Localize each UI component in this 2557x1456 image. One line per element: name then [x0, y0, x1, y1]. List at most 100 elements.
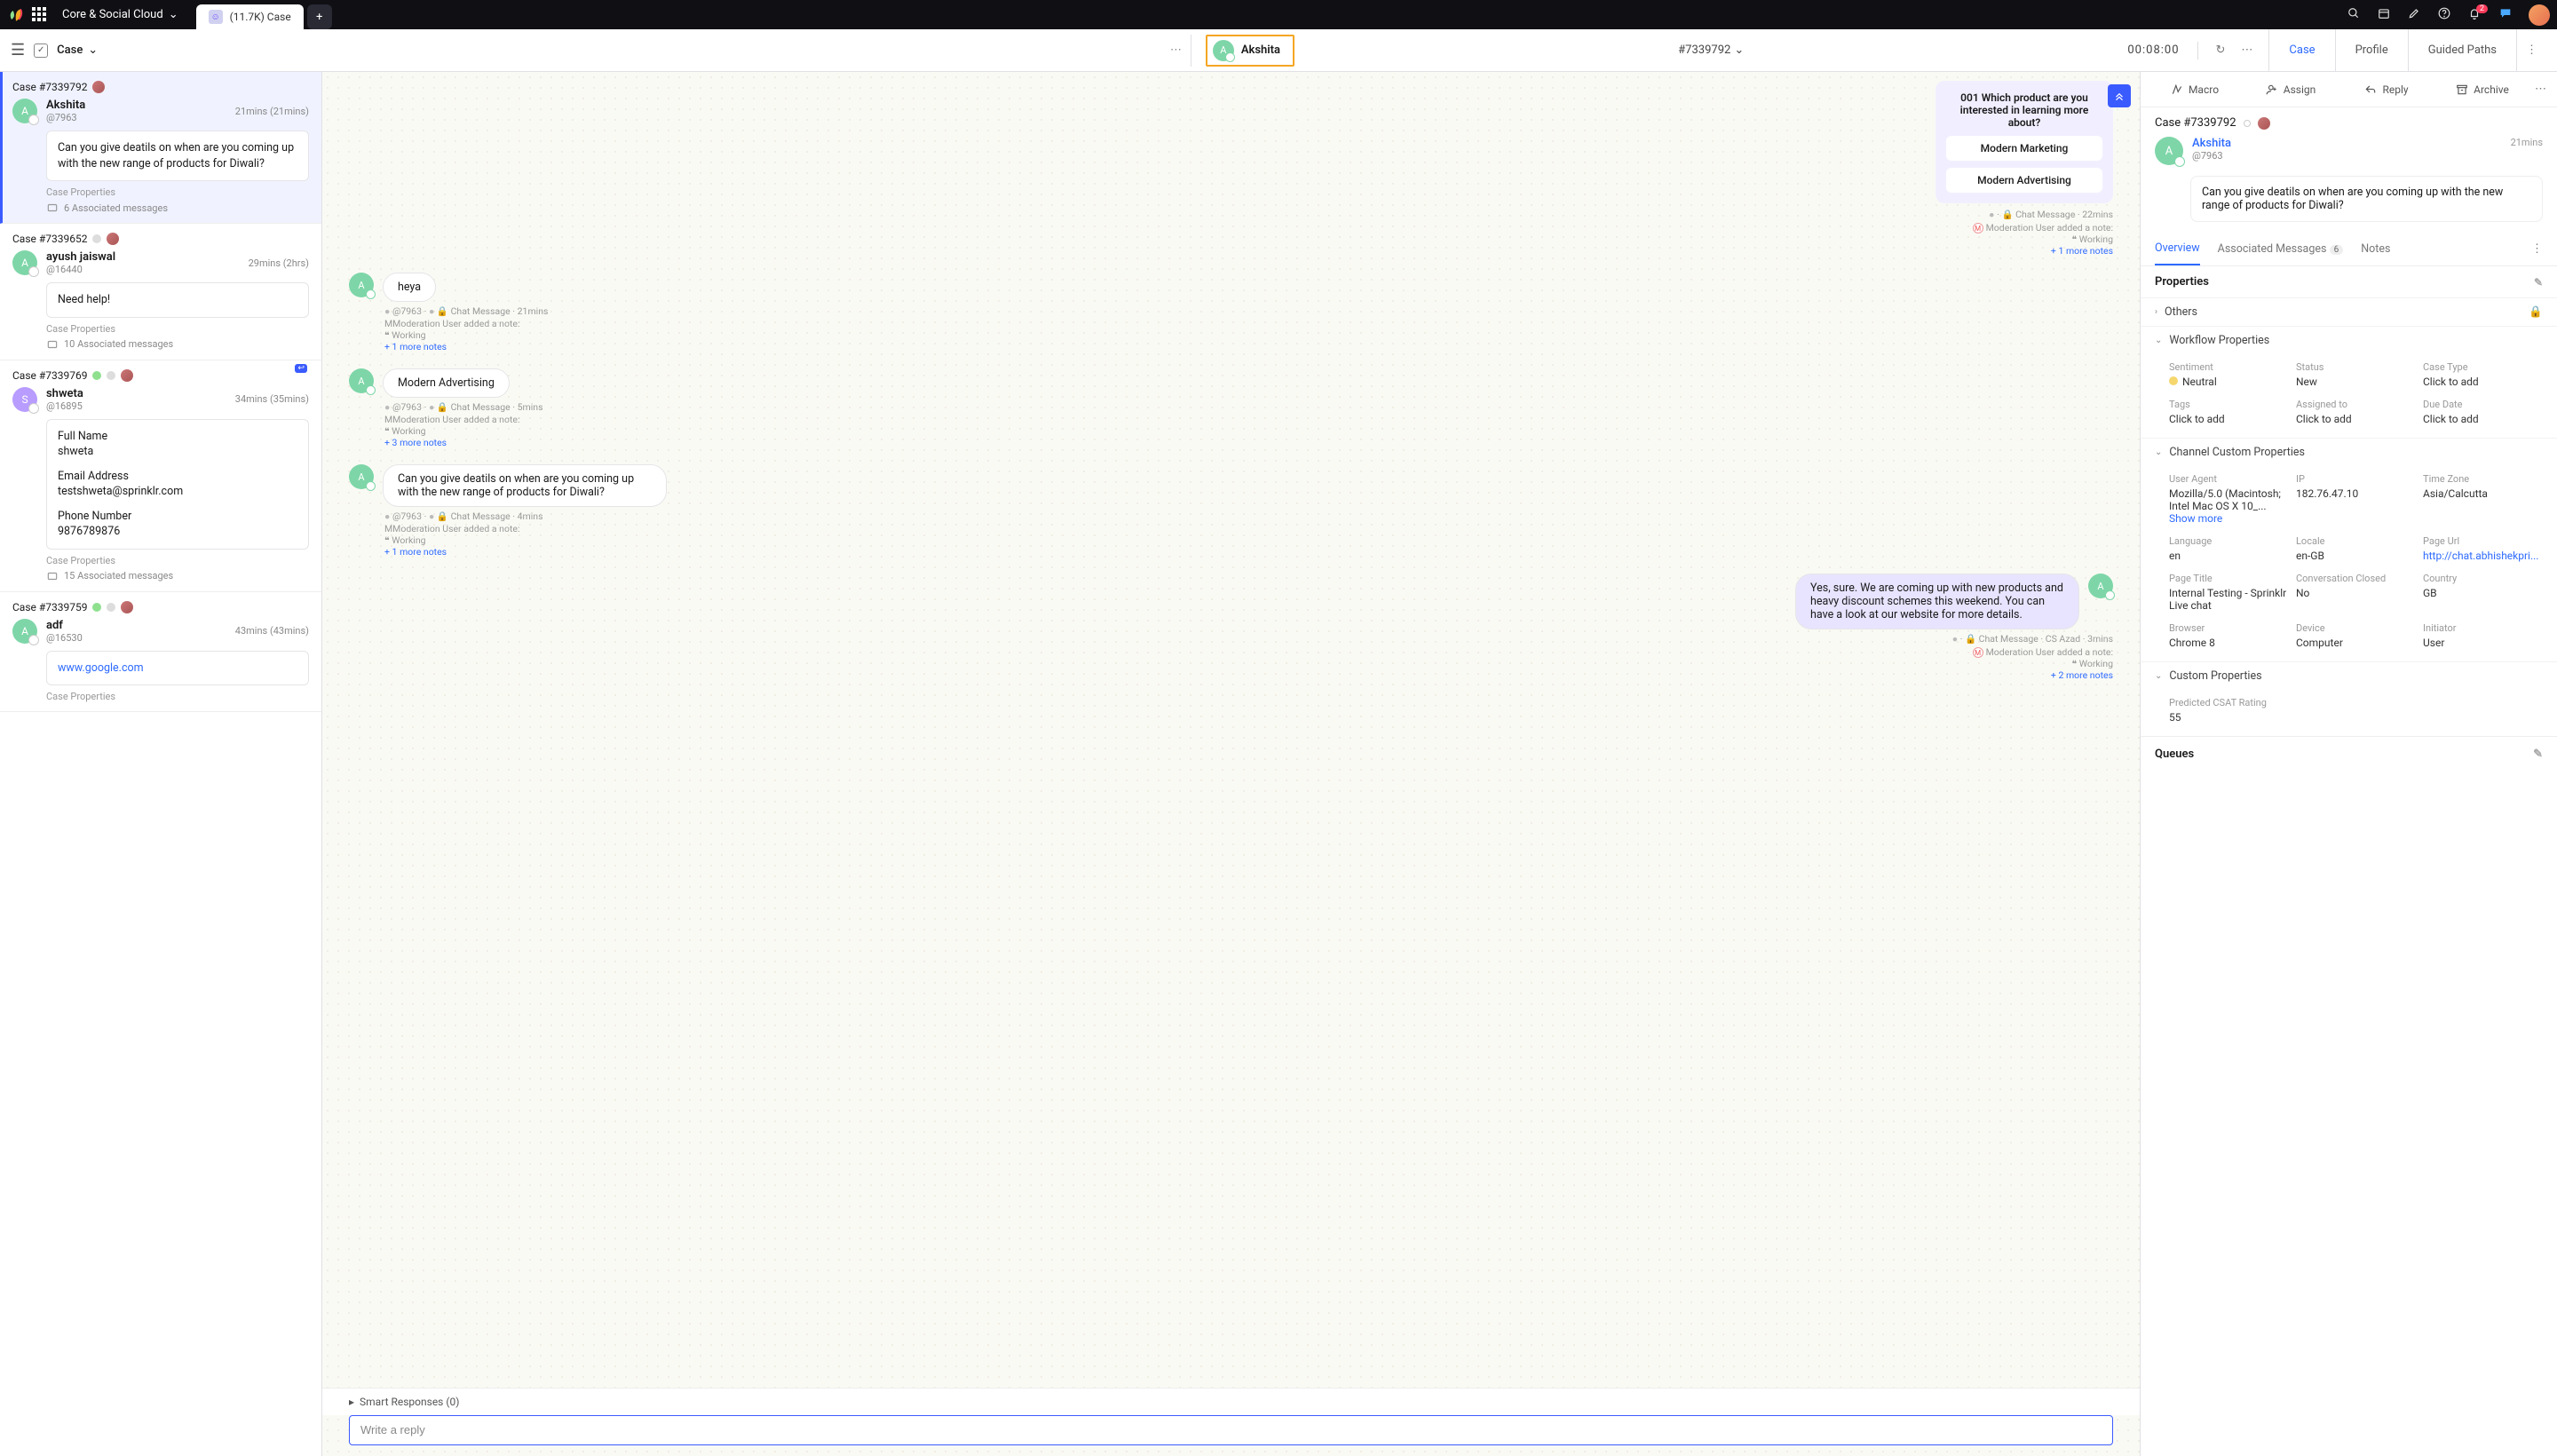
reply-input-container[interactable]: [349, 1415, 2113, 1445]
property[interactable]: SentimentNeutral: [2169, 361, 2289, 388]
conversation-panel: 001 Which product are you interested in …: [322, 72, 2140, 1456]
help-icon[interactable]: [2429, 6, 2459, 23]
property[interactable]: Assigned toClick to add: [2296, 399, 2416, 425]
preview-box: Need help!: [46, 282, 309, 318]
customer-chip[interactable]: A Akshita: [1206, 35, 1294, 67]
case-properties-link[interactable]: Case Properties: [46, 186, 309, 198]
archive-button[interactable]: Archive: [2437, 77, 2528, 101]
more-notes-link[interactable]: + 2 more notes: [349, 669, 2113, 681]
workflow-section[interactable]: ⌄ Workflow Properties: [2141, 326, 2557, 354]
person-row: A adf @16530 43mins (43mins): [12, 619, 309, 644]
property[interactable]: Due DateClick to add: [2423, 399, 2543, 425]
property[interactable]: Page Urlhttp://chat.abhishekpri...: [2423, 535, 2543, 562]
prompt-option[interactable]: Modern Marketing: [1946, 136, 2102, 161]
refresh-icon[interactable]: ↻: [2216, 44, 2226, 57]
case-list-item[interactable]: Case #7339769 ↩ S shweta @16895 34mins (…: [0, 360, 321, 592]
right-more-icon[interactable]: ⋮: [2517, 44, 2546, 57]
list-more-icon[interactable]: ⋯: [1170, 44, 1182, 57]
associated-messages[interactable]: 15 Associated messages: [46, 570, 309, 582]
show-more-link[interactable]: Show more: [2169, 512, 2222, 525]
detail-more-icon[interactable]: ⋮: [2531, 242, 2543, 256]
actions-more-icon[interactable]: ⋯: [2533, 77, 2548, 101]
menu-icon[interactable]: ☰: [11, 41, 25, 59]
property[interactable]: Languageen: [2169, 535, 2289, 562]
property[interactable]: Case TypeClick to add: [2423, 361, 2543, 388]
property[interactable]: Conversation ClosedNo: [2296, 573, 2416, 612]
prop-value: en-GB: [2296, 550, 2416, 562]
conv-more-icon[interactable]: ⋯: [2241, 44, 2252, 57]
user-avatar[interactable]: [2529, 4, 2550, 26]
search-icon[interactable]: [2339, 6, 2369, 23]
others-section[interactable]: › Others 🔒: [2141, 297, 2557, 326]
property[interactable]: Predicted CSAT Rating55: [2169, 697, 2543, 724]
workspace-dropdown[interactable]: Core & Social Cloud ⌄: [62, 8, 178, 21]
prompt-option[interactable]: Modern Advertising: [1946, 168, 2102, 193]
tab-guided-paths[interactable]: Guided Paths: [2409, 29, 2517, 71]
more-notes-link[interactable]: + 1 more notes: [384, 546, 2113, 558]
case-list-item[interactable]: Case #7339792 A Akshita @7963 21mins (21…: [0, 72, 321, 224]
edit-icon[interactable]: ✎: [2534, 276, 2543, 289]
prop-label: Page Title: [2169, 573, 2289, 584]
channel-section[interactable]: ⌄ Channel Custom Properties: [2141, 438, 2557, 466]
case-properties-link[interactable]: Case Properties: [46, 691, 309, 702]
more-notes-link[interactable]: + 1 more notes: [384, 341, 2113, 352]
edit-icon[interactable]: ✎: [2533, 748, 2543, 761]
case-properties-link[interactable]: Case Properties: [46, 323, 309, 335]
property[interactable]: DeviceComputer: [2296, 622, 2416, 649]
mini-avatar-icon: [121, 369, 133, 382]
associated-messages[interactable]: 10 Associated messages: [46, 338, 309, 351]
chevron-down-icon: ⌄: [169, 8, 178, 21]
prop-value: Internal Testing - Sprinklr Live chat: [2169, 587, 2289, 612]
tab-case[interactable]: Case: [2269, 29, 2335, 71]
reply-input[interactable]: [360, 1423, 2102, 1436]
associated-messages[interactable]: 6 Associated messages: [46, 202, 309, 214]
prop-value: en: [2169, 550, 2289, 562]
chevron-down-icon[interactable]: ⌄: [1734, 44, 1744, 57]
property[interactable]: TagsClick to add: [2169, 399, 2289, 425]
conversation-scroll[interactable]: 001 Which product are you interested in …: [322, 72, 2140, 1388]
case-filter-dropdown[interactable]: Case ⌄: [57, 44, 98, 57]
prop-label: Browser: [2169, 622, 2289, 634]
prop-value: Asia/Calcutta: [2423, 487, 2543, 500]
tab-associated[interactable]: Associated Messages 6: [2218, 233, 2344, 265]
link[interactable]: www.google.com: [58, 661, 144, 675]
property[interactable]: Page Title Internal Testing - Sprinklr Li…: [2169, 573, 2289, 612]
property[interactable]: StatusNew: [2296, 361, 2416, 388]
macro-button[interactable]: Macro: [2149, 77, 2240, 101]
prop-label: Initiator: [2423, 622, 2543, 634]
tab-case[interactable]: ☺ (11.7K) Case: [196, 4, 304, 29]
edit-icon[interactable]: [2399, 6, 2429, 23]
apps-grid-icon[interactable]: [32, 7, 48, 23]
smart-responses-toggle[interactable]: ▸ Smart Responses (0): [322, 1388, 2140, 1415]
property[interactable]: Time ZoneAsia/Calcutta: [2423, 473, 2543, 525]
case-list-item[interactable]: Case #7339759 A adf @16530 43mins (43min…: [0, 592, 321, 713]
assign-button[interactable]: Assign: [2245, 77, 2336, 101]
notifications-icon[interactable]: 2: [2459, 6, 2490, 23]
calendar-icon[interactable]: [2369, 6, 2399, 23]
property[interactable]: Localeen-GB: [2296, 535, 2416, 562]
property[interactable]: InitiatorUser: [2423, 622, 2543, 649]
reply-button[interactable]: Reply: [2341, 77, 2432, 101]
customer-name-link[interactable]: Akshita: [2192, 137, 2231, 150]
tab-overview[interactable]: Overview: [2155, 233, 2200, 265]
more-notes-link[interactable]: + 3 more notes: [384, 437, 2113, 448]
chat-icon[interactable]: [2490, 6, 2521, 24]
select-all-checkbox[interactable]: ✓: [34, 44, 48, 58]
case-number[interactable]: #7339792: [1678, 44, 1730, 57]
tab-profile[interactable]: Profile: [2336, 29, 2409, 71]
prop-value: Click to add: [2296, 413, 2416, 425]
case-list-item[interactable]: Case #7339652 A ayush jaiswal @16440 29m…: [0, 224, 321, 360]
scroll-up-button[interactable]: [2108, 84, 2131, 107]
add-tab-button[interactable]: +: [307, 4, 332, 29]
property[interactable]: User AgentMozilla/5.0 (Macintosh; Intel …: [2169, 473, 2289, 525]
tab-notes[interactable]: Notes: [2361, 233, 2390, 265]
custom-section[interactable]: ⌄ Custom Properties: [2141, 661, 2557, 690]
r-case-number: Case #7339792: [2155, 116, 2236, 130]
note-quote: ❝ Working: [384, 534, 2113, 546]
property[interactable]: CountryGB: [2423, 573, 2543, 612]
case-properties-link[interactable]: Case Properties: [46, 555, 309, 566]
property[interactable]: BrowserChrome 8: [2169, 622, 2289, 649]
property[interactable]: IP182.76.47.10: [2296, 473, 2416, 525]
more-notes-link[interactable]: + 1 more notes: [349, 245, 2113, 257]
prop-value[interactable]: http://chat.abhishekpri...: [2423, 550, 2543, 562]
